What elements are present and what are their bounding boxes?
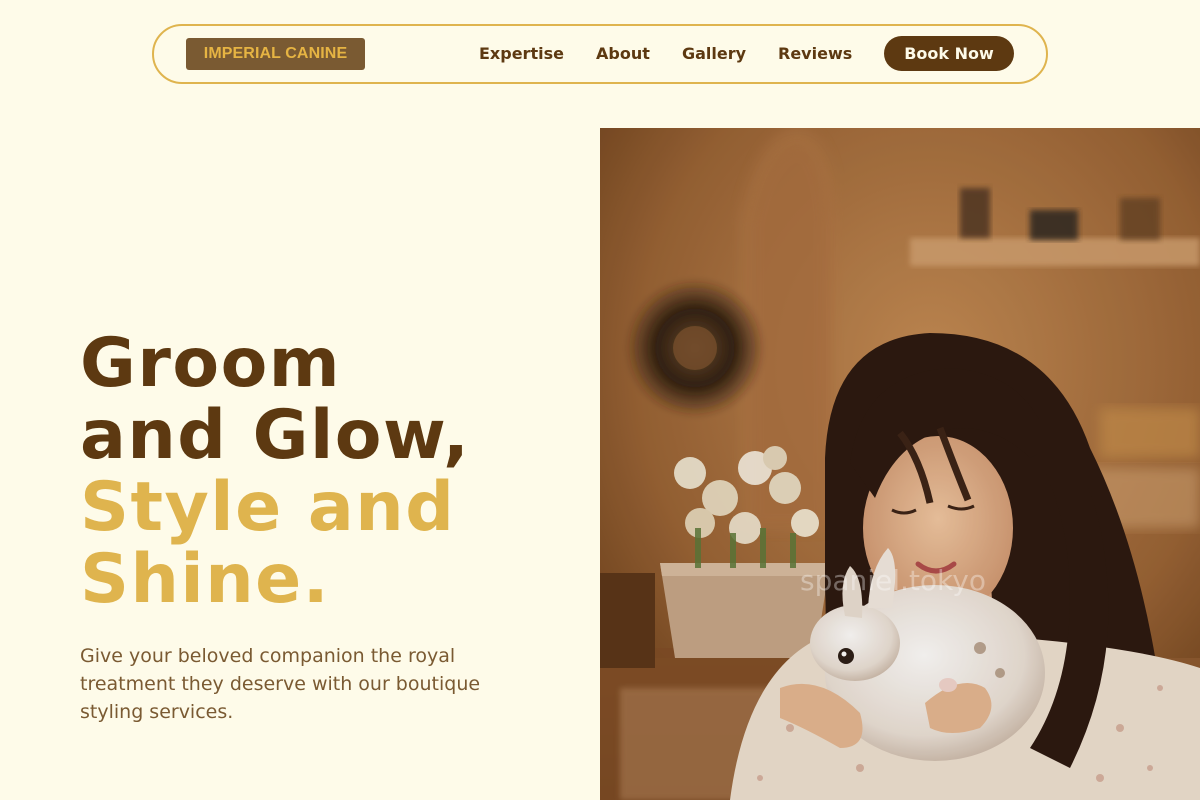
hero-title-line-2: and Glow, [80, 396, 471, 475]
hero-title-line-4: Shine. [80, 540, 331, 619]
hero-title-line-1: Groom [80, 324, 342, 403]
hero-title-line-3: Style and [80, 468, 456, 547]
nav-link-gallery[interactable]: Gallery [682, 26, 746, 82]
hero-subtitle: Give your beloved companion the royal tr… [80, 645, 481, 723]
nav-link-about[interactable]: About [596, 26, 650, 82]
top-navigation: IMPERIAL CANINE Expertise About Gallery … [152, 24, 1048, 84]
hero-title: Groom and Glow, Style and Shine. [80, 328, 580, 616]
hero-photo-illustration [600, 128, 1200, 800]
nav-link-reviews[interactable]: Reviews [778, 26, 852, 82]
brand-logo[interactable]: IMPERIAL CANINE [186, 38, 365, 70]
nav-link-expertise[interactable]: Expertise [479, 26, 564, 82]
hero-image: spaniel.tokyo [600, 128, 1200, 800]
book-now-button[interactable]: Book Now [884, 36, 1014, 71]
